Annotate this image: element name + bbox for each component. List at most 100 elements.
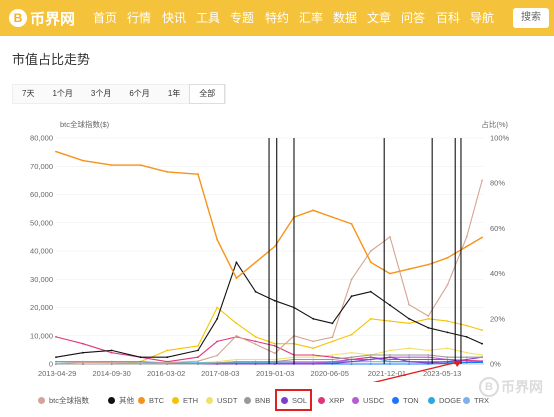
data-point-BNB: [235, 360, 238, 363]
data-point-BTC: [273, 245, 276, 248]
nav-item-directory[interactable]: 导航: [470, 0, 494, 36]
data-point-BTC: [312, 209, 315, 212]
watermark-text: 币界网: [501, 379, 543, 395]
data-point-其他: [389, 304, 391, 307]
data-point-btc全球指数: [369, 250, 372, 252]
data-point-USDT: [465, 351, 468, 354]
nav-item-articles[interactable]: 文章: [367, 0, 391, 36]
data-point-TON: [350, 363, 353, 365]
nav-item-news[interactable]: 快讯: [162, 0, 186, 36]
right-tick-label: 100%: [490, 134, 510, 143]
range-1y[interactable]: 1年: [159, 85, 189, 103]
data-point-BNB: [216, 362, 219, 364]
data-point-BTC: [216, 238, 219, 241]
nav-item-data[interactable]: 数据: [333, 0, 357, 36]
data-point-ETH: [427, 317, 430, 320]
left-tick-label: 60,000: [30, 190, 53, 199]
data-point-ETH: [312, 347, 315, 350]
data-point-XRP: [331, 356, 334, 359]
legend-dot-icon: [172, 396, 179, 404]
legend-dot-icon: [38, 396, 45, 404]
legend-item-DOGE[interactable]: DOGE: [428, 393, 461, 407]
legend-item-TON[interactable]: TON: [392, 393, 419, 407]
page-title: 市值占比走势: [12, 52, 91, 67]
data-point-其他: [254, 290, 257, 293]
data-point-XRP: [273, 345, 276, 347]
data-point-BNB: [427, 354, 430, 356]
legend-item-BNB[interactable]: BNB: [244, 393, 270, 407]
data-point-btc全球指数: [197, 360, 199, 363]
range-3m[interactable]: 3个月: [82, 85, 120, 103]
legend-dot-icon: [138, 396, 145, 404]
data-point-USDC: [427, 356, 430, 359]
data-point-XRP: [369, 356, 372, 359]
data-point-XRP: [216, 340, 219, 343]
data-point-TON: [465, 361, 468, 364]
data-point-BTC: [166, 171, 169, 173]
data-point-其他: [197, 349, 199, 352]
legend-dot-icon: [392, 396, 399, 404]
x-tick-label: 2014-09-30: [92, 369, 130, 378]
site-logo[interactable]: B 币界网: [9, 8, 75, 28]
data-point-btc全球指数: [481, 179, 483, 182]
left-axis-title: btc全球指数($): [60, 119, 110, 129]
legend-item-其他[interactable]: 其他: [108, 393, 134, 407]
range-7d[interactable]: 7天: [13, 85, 43, 103]
data-point-ETH: [350, 333, 353, 336]
data-point-SOL: [331, 362, 334, 365]
data-point-ETH: [331, 340, 334, 343]
data-point-其他: [331, 322, 334, 325]
right-tick-label: 20%: [490, 314, 505, 323]
data-point-BNB: [446, 356, 449, 359]
data-point-btc全球指数: [55, 362, 57, 365]
data-point-SOL: [408, 360, 410, 363]
legend-label: USDC: [363, 395, 385, 405]
left-tick-label: 10,000: [30, 331, 53, 340]
data-point-BTC: [254, 261, 257, 264]
left-tick-label: 50,000: [30, 218, 53, 227]
legend-item-XRP[interactable]: XRP: [318, 393, 344, 407]
time-range-selector: 7天 1个月 3个月 6个月 1年 全部: [12, 84, 227, 104]
data-point-btc全球指数: [110, 361, 113, 364]
market-share-chart[interactable]: btc全球指数($) 占比(%) 0 10,000 20,000 30,000 40,000…: [0, 112, 554, 382]
legend-dot-icon: [318, 396, 325, 404]
data-point-btc全球指数: [312, 340, 315, 343]
data-point-BTC: [389, 272, 391, 275]
nav-item-qa[interactable]: 问答: [401, 0, 425, 36]
nav-item-home[interactable]: 首页: [93, 0, 117, 36]
data-point-SOL: [312, 363, 315, 365]
nav-item-exchange-rate[interactable]: 汇率: [299, 0, 323, 36]
data-point-btc全球指数: [331, 336, 334, 339]
nav-item-wiki[interactable]: 百科: [436, 0, 460, 36]
data-point-BTC: [139, 164, 142, 166]
data-point-其他: [273, 299, 276, 302]
legend-item-ETH[interactable]: ETH: [172, 393, 198, 407]
data-point-XRP: [350, 358, 353, 361]
legend-item-btc全球指数[interactable]: btc全球指数: [38, 393, 89, 407]
search-button[interactable]: 搜索: [513, 8, 549, 28]
data-point-其他: [446, 331, 449, 334]
legend-item-USDT[interactable]: USDT: [206, 393, 237, 407]
x-tick-label: 2020-06-05: [311, 369, 349, 378]
data-point-BNB: [465, 356, 468, 359]
data-point-btc全球指数: [273, 352, 276, 355]
x-tick-label: 2016-03-02: [147, 369, 185, 378]
right-tick-label: 40%: [490, 269, 505, 278]
sol-legend-highlight-box: [275, 389, 312, 411]
legend-item-USDC[interactable]: USDC: [352, 393, 384, 407]
legend-item-BTC[interactable]: BTC: [138, 393, 164, 407]
nav-item-topics[interactable]: 专题: [230, 0, 254, 36]
nav-item-market[interactable]: 行情: [127, 0, 151, 36]
range-1m[interactable]: 1个月: [43, 85, 81, 103]
x-tick-label: 2019-01-03: [256, 369, 294, 378]
data-point-btc全球指数: [427, 315, 430, 317]
data-point-TON: [369, 363, 372, 365]
range-all[interactable]: 全部: [189, 84, 226, 104]
nav-item-tools[interactable]: 工具: [196, 0, 220, 36]
range-6m[interactable]: 6个月: [120, 85, 158, 103]
data-point-BTC: [235, 277, 238, 279]
nav-item-featured[interactable]: 特约: [265, 0, 289, 36]
data-point-ETH: [369, 317, 372, 320]
data-point-BTC: [481, 236, 483, 239]
data-point-btc全球指数: [139, 362, 142, 365]
